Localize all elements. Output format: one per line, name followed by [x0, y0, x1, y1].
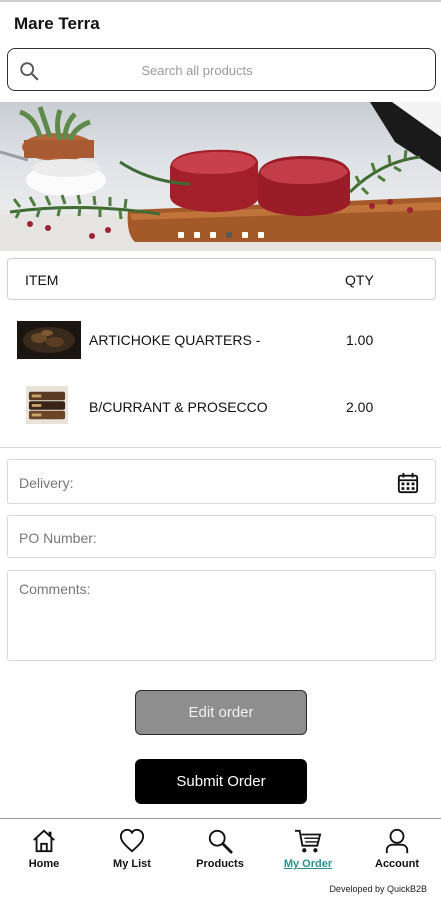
comments-label: Comments: [19, 581, 91, 597]
carousel-dot[interactable] [257, 232, 264, 238]
search-icon [20, 62, 39, 81]
nav-home[interactable]: Home [4, 828, 84, 870]
column-header-item: ITEM [25, 272, 59, 288]
nav-divider [0, 818, 441, 819]
delivery-date-field[interactable]: Delivery: [7, 459, 436, 504]
nav-my-list[interactable]: My List [92, 828, 172, 870]
carousel-dot[interactable] [193, 232, 200, 238]
search-input[interactable] [52, 55, 342, 85]
po-number-label: PO Number: [19, 530, 97, 546]
carousel-dot[interactable] [241, 232, 248, 238]
order-table-header: ITEM QTY [7, 258, 436, 300]
comments-field[interactable]: Comments: [7, 570, 436, 661]
row-item-qty[interactable]: 1.00 [346, 332, 373, 348]
calendar-icon[interactable] [397, 472, 419, 494]
product-thumbnail [17, 321, 81, 359]
carousel-dot[interactable] [225, 232, 232, 238]
heart-icon [119, 828, 145, 853]
row-item-name: ARTICHOKE QUARTERS - [89, 332, 261, 348]
nav-products[interactable]: Products [180, 828, 260, 870]
cart-icon [295, 829, 322, 853]
table-row[interactable]: B/CURRANT & PROSECCO 2.00 [7, 378, 436, 434]
row-item-name: B/CURRANT & PROSECCO [89, 399, 268, 415]
app-title: Mare Terra [14, 14, 100, 33]
search-icon [208, 829, 233, 854]
edit-order-button[interactable]: Edit order [135, 690, 307, 735]
developer-credit: Developed by QuickB2B [329, 884, 427, 894]
nav-my-order[interactable]: My Order [268, 828, 348, 870]
search-bar[interactable] [7, 48, 436, 91]
bottom-nav: Home My List Products My Order Account [0, 820, 441, 880]
carousel-indicator[interactable] [0, 232, 441, 240]
banner-image [0, 102, 441, 251]
delivery-label: Delivery: [19, 475, 74, 491]
carousel-dot[interactable] [209, 232, 216, 238]
nav-label-my-list: My List [113, 858, 151, 870]
column-header-qty: QTY [345, 272, 374, 288]
submit-order-button[interactable]: Submit Order [135, 759, 307, 804]
top-border [0, 0, 441, 2]
product-thumbnail [26, 386, 68, 424]
home-icon [33, 829, 55, 853]
row-item-qty[interactable]: 2.00 [346, 399, 373, 415]
nav-label-account: Account [375, 858, 419, 870]
nav-label-products: Products [196, 858, 244, 870]
nav-account[interactable]: Account [357, 828, 437, 870]
divider [0, 447, 441, 448]
user-icon [385, 828, 409, 854]
po-number-field[interactable]: PO Number: [7, 515, 436, 558]
carousel-dot[interactable] [177, 232, 184, 238]
nav-label-home: Home [28, 858, 60, 870]
nav-label-my-order: My Order [283, 858, 333, 870]
table-row[interactable]: ARTICHOKE QUARTERS - 1.00 [7, 312, 436, 368]
promo-banner[interactable] [0, 102, 441, 251]
